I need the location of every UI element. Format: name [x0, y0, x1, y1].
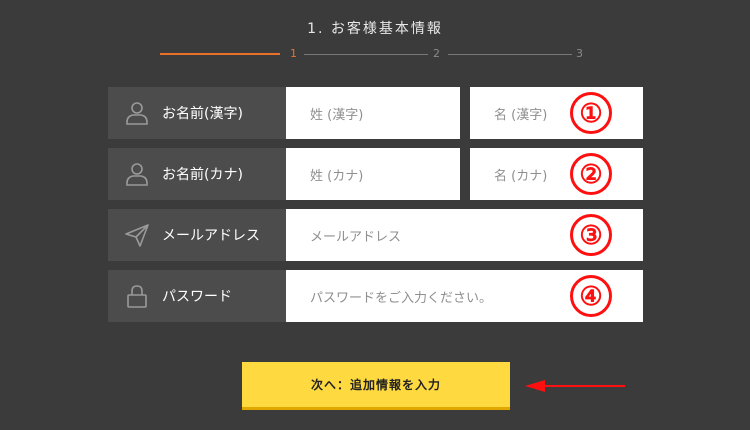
last-name-kanji-input[interactable]: 姓 (漢字) — [286, 87, 460, 139]
person-icon — [122, 98, 152, 128]
form-row-password: パスワード パスワードをご入力ください。 — [108, 270, 643, 322]
annotation-marker-1: ① — [570, 92, 612, 134]
field-label: お名前(漢字) — [162, 106, 243, 122]
field-label-cell: パスワード — [108, 270, 286, 322]
paper-plane-icon — [122, 220, 152, 250]
field-label: パスワード — [162, 289, 232, 305]
annotation-marker-3: ③ — [570, 214, 612, 256]
progress-line — [304, 54, 428, 55]
form-row-name-kana: お名前(カナ) 姓 (カナ) 名 (カナ) — [108, 148, 643, 200]
progress-line — [448, 54, 572, 55]
next-button[interactable]: 次へ：追加情報を入力 — [242, 362, 510, 410]
progress-step-3: 3 — [576, 47, 583, 60]
annotation-marker-2: ② — [570, 153, 612, 195]
progress-line-active — [160, 53, 280, 55]
progress-step-2: 2 — [433, 47, 440, 60]
field-label: お名前(カナ) — [162, 167, 243, 183]
first-name-kanji-input[interactable]: 名 (漢字) — [470, 87, 643, 139]
form-row-name-kanji: お名前(漢字) 姓 (漢字) 名 (漢字) — [108, 87, 643, 139]
step-title: 1. お客様基本情報 — [307, 21, 443, 37]
first-name-kana-input[interactable]: 名 (カナ) — [470, 148, 643, 200]
field-label-cell: お名前(漢字) — [108, 87, 286, 139]
progress-indicator: 1 2 3 — [160, 47, 590, 61]
last-name-kana-input[interactable]: 姓 (カナ) — [286, 148, 460, 200]
field-label-cell: メールアドレス — [108, 209, 286, 261]
progress-step-1: 1 — [290, 47, 297, 60]
field-label-cell: お名前(カナ) — [108, 148, 286, 200]
annotation-arrow-icon — [525, 380, 625, 392]
form-row-email: メールアドレス メールアドレス — [108, 209, 643, 261]
person-icon — [122, 159, 152, 189]
field-label: メールアドレス — [162, 228, 260, 244]
lock-icon — [122, 281, 152, 311]
annotation-marker-4: ④ — [570, 275, 612, 317]
